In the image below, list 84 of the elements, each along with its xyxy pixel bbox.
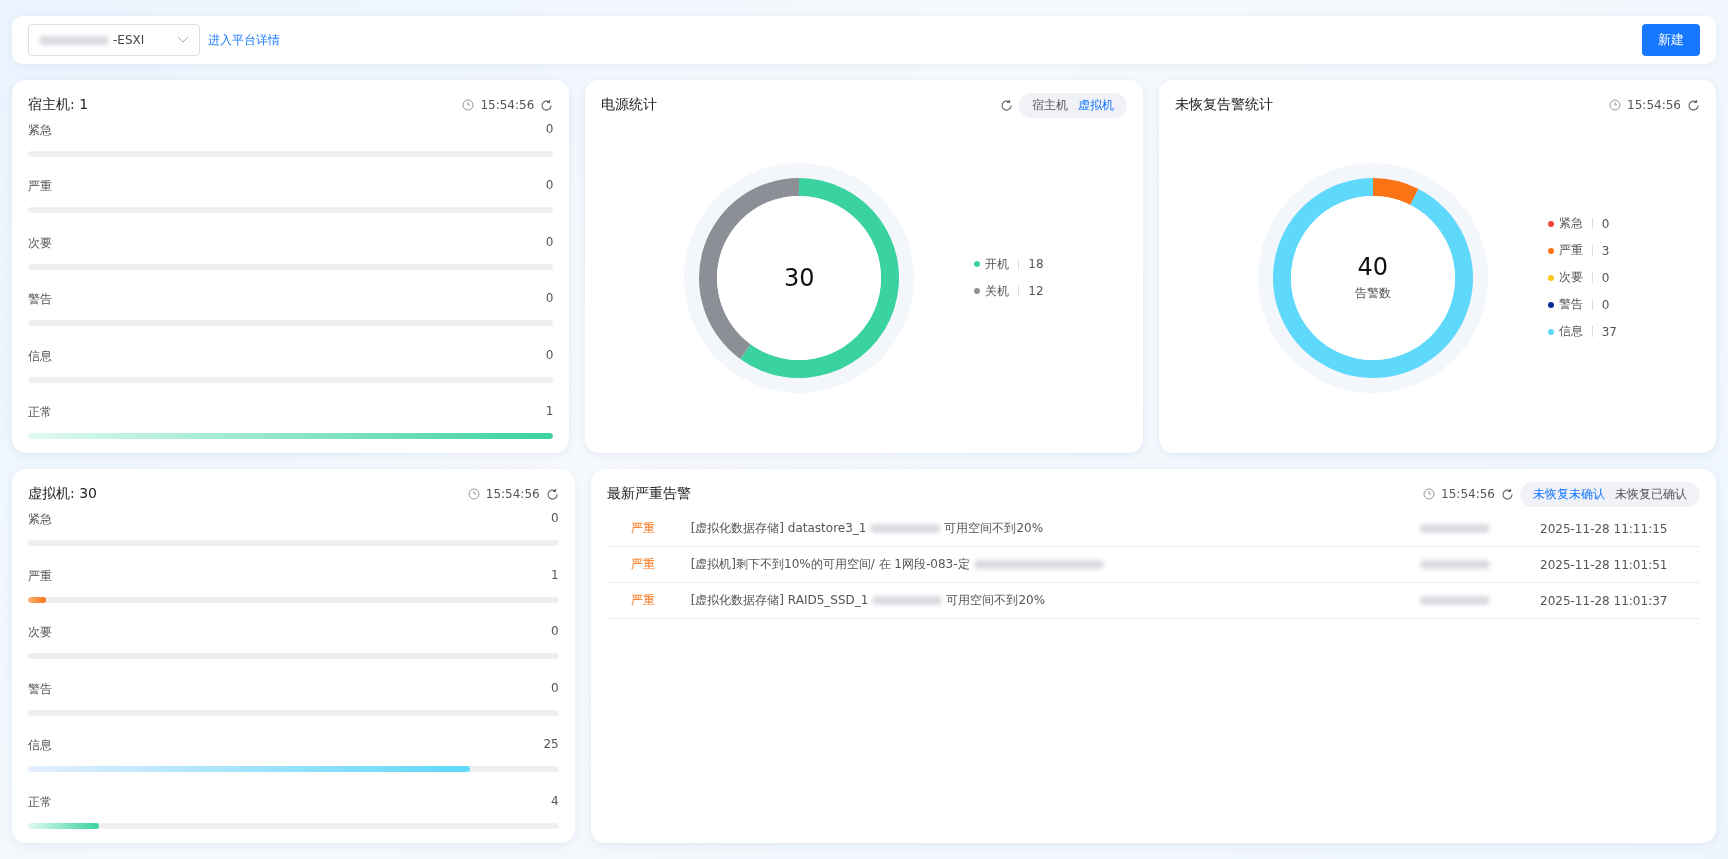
card-title: 虚拟机: 30 [28, 485, 97, 503]
severity-count: 25 [543, 737, 559, 754]
refresh-icon[interactable] [1687, 98, 1700, 112]
clock-icon [467, 488, 480, 500]
severity-label: 紧急 [28, 511, 52, 528]
severity-count: 1 [545, 403, 554, 420]
blurred-text [1420, 523, 1490, 533]
severity-count: 0 [545, 122, 554, 138]
legend-count: 18 [1028, 257, 1044, 271]
severity-label: 正常 [28, 403, 52, 421]
card-title: 未恢复告警统计 [1174, 96, 1273, 114]
blurred-text [39, 35, 109, 45]
alarm-message: 可用空间不到20% [944, 520, 1044, 537]
severity-count: 0 [545, 291, 554, 308]
alarm-time: 2025-11-28 11:01:51 [1540, 557, 1669, 572]
severity-count: 0 [551, 511, 559, 527]
total-count: 30 [784, 263, 815, 292]
tab[interactable]: 未恢复已确认 [1612, 485, 1690, 503]
severity-label: 次要 [28, 234, 52, 252]
severity-count: 0 [545, 347, 554, 364]
severity-label: 严重 [629, 556, 656, 573]
legend-label: 信息 [1558, 323, 1583, 340]
legend-count: 37 [1601, 324, 1617, 339]
card-title: 宿主机: 1 [28, 96, 89, 114]
severity-count: 1 [551, 567, 559, 584]
severity-count: 0 [551, 680, 559, 697]
platform-select[interactable]: -ESXI [28, 24, 200, 56]
legend-label: 开机 [985, 255, 1010, 273]
legend-label: 警告 [1558, 296, 1583, 313]
legend-label: 紧急 [1558, 215, 1583, 232]
chevron-down-icon [177, 36, 189, 44]
legend-count: 0 [1601, 297, 1610, 312]
severity-count: 0 [545, 234, 554, 251]
tab[interactable]: 虚拟机 [1074, 96, 1117, 114]
severity-label: 严重 [28, 178, 52, 196]
legend-count: 0 [1601, 270, 1610, 285]
alarm-message: [虚拟化数据存储] RAID5_SSD_1 [690, 592, 869, 609]
clock-icon [1423, 488, 1436, 500]
severity-count: 0 [545, 178, 554, 195]
blurred-text [1420, 559, 1490, 569]
severity-label: 信息 [28, 347, 52, 365]
severity-label: 紧急 [28, 122, 52, 139]
update-time: 15:54:56 [1627, 98, 1681, 112]
clock-icon [462, 99, 475, 111]
blurred-text [872, 596, 943, 605]
severity-label: 警告 [28, 680, 52, 698]
update-time: 15:54:56 [480, 98, 535, 112]
severity-label: 正常 [28, 793, 52, 811]
card-title: 电源统计 [601, 96, 658, 114]
update-time: 15:54:56 [485, 487, 540, 501]
alarm-time: 2025-11-28 11:01:37 [1540, 593, 1669, 608]
severity-label: 次要 [28, 624, 52, 642]
legend-count: 3 [1601, 243, 1610, 258]
legend-label: 严重 [1558, 242, 1583, 259]
refresh-icon[interactable] [540, 98, 554, 112]
severity-label: 严重 [629, 592, 656, 609]
total-count: 40 [1357, 253, 1388, 281]
alarm-time: 2025-11-28 11:11:15 [1540, 521, 1669, 536]
blurred-text [1420, 595, 1490, 605]
new-button[interactable]: 新建 [1642, 24, 1700, 56]
total-label: 告警数 [1354, 285, 1391, 302]
alarm-message: [虚拟化数据存储] datastore3_1 [690, 520, 867, 537]
legend-count: 12 [1028, 284, 1044, 298]
alarm-message: [虚拟机]剩下不到10%的可用空间/ 在 1网段-083-定 [690, 556, 970, 573]
update-time: 15:54:56 [1441, 487, 1495, 501]
legend-label: 关机 [985, 282, 1010, 300]
legend-count: 0 [1601, 216, 1610, 231]
legend-label: 次要 [1558, 269, 1583, 286]
refresh-icon[interactable] [1501, 487, 1514, 501]
severity-label: 严重 [629, 520, 656, 537]
card-title: 最新严重告警 [606, 485, 691, 503]
severity-label: 严重 [28, 567, 52, 585]
refresh-icon[interactable] [999, 98, 1013, 112]
refresh-icon[interactable] [545, 487, 559, 501]
platform-detail-link[interactable]: 进入平台详情 [208, 31, 280, 49]
severity-count: 4 [551, 793, 559, 810]
blurred-text [870, 524, 941, 533]
severity-count: 0 [551, 624, 559, 641]
tab[interactable]: 未恢复未确认 [1530, 485, 1608, 503]
alarm-message: 可用空间不到20% [946, 592, 1046, 609]
tab[interactable]: 宿主机 [1028, 96, 1071, 114]
severity-label: 信息 [28, 737, 52, 755]
severity-label: 警告 [28, 291, 52, 309]
clock-icon [1609, 99, 1622, 111]
